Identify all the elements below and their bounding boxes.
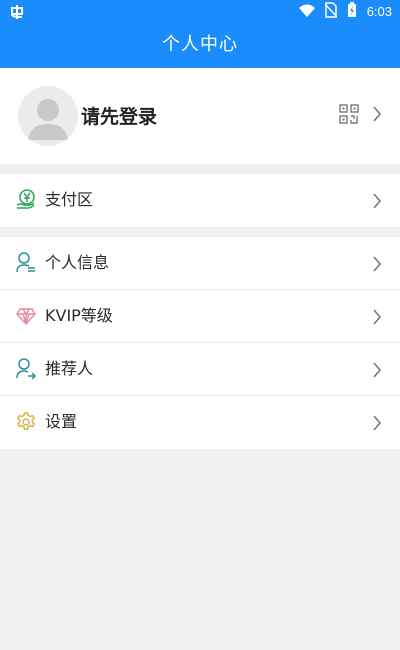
qr-code-icon[interactable]: [339, 104, 359, 128]
chevron-right-icon: [372, 256, 382, 276]
menu-item-label: KVIP等级: [45, 306, 113, 325]
menu-section: 个人信息 KVIP等级 推荐人 设置: [0, 237, 400, 449]
chevron-right-icon: [372, 193, 382, 213]
chevron-right-icon: [372, 362, 382, 382]
page-title: 个人中心: [162, 34, 238, 55]
menu-item-personal-info[interactable]: 个人信息: [0, 237, 400, 290]
profile-login-card[interactable]: 请先登录: [0, 68, 400, 164]
diamond-icon: [16, 305, 36, 327]
menu-item-label: 支付区: [45, 190, 94, 209]
battery-icon: [347, 2, 357, 22]
app-notification-icon: [9, 2, 27, 24]
user-info-icon: [16, 252, 36, 274]
no-sim-icon: [324, 2, 338, 22]
menu-item-label: 推荐人: [45, 359, 94, 378]
menu-item-kvip-level[interactable]: KVIP等级: [0, 290, 400, 343]
wifi-icon: [298, 3, 315, 22]
login-prompt[interactable]: 请先登录: [81, 102, 157, 129]
chevron-right-icon: [372, 309, 382, 329]
menu-item-settings[interactable]: 设置: [0, 396, 400, 449]
yuan-hand-icon: [16, 189, 36, 211]
default-avatar-icon: [28, 99, 68, 140]
status-bar: 6:03: [0, 0, 400, 24]
gear-icon: [16, 411, 36, 433]
chevron-right-icon: [372, 415, 382, 435]
chevron-right-icon: [372, 106, 382, 126]
app-bar: 个人中心: [0, 24, 400, 68]
menu-item-payment[interactable]: 支付区: [0, 174, 400, 227]
menu-item-label: 个人信息: [45, 253, 110, 272]
payment-section: 支付区: [0, 174, 400, 227]
menu-item-referrer[interactable]: 推荐人: [0, 343, 400, 396]
status-time: 6:03: [366, 4, 392, 19]
menu-item-label: 设置: [45, 412, 78, 431]
avatar[interactable]: [18, 86, 78, 146]
referrer-icon: [16, 358, 37, 380]
